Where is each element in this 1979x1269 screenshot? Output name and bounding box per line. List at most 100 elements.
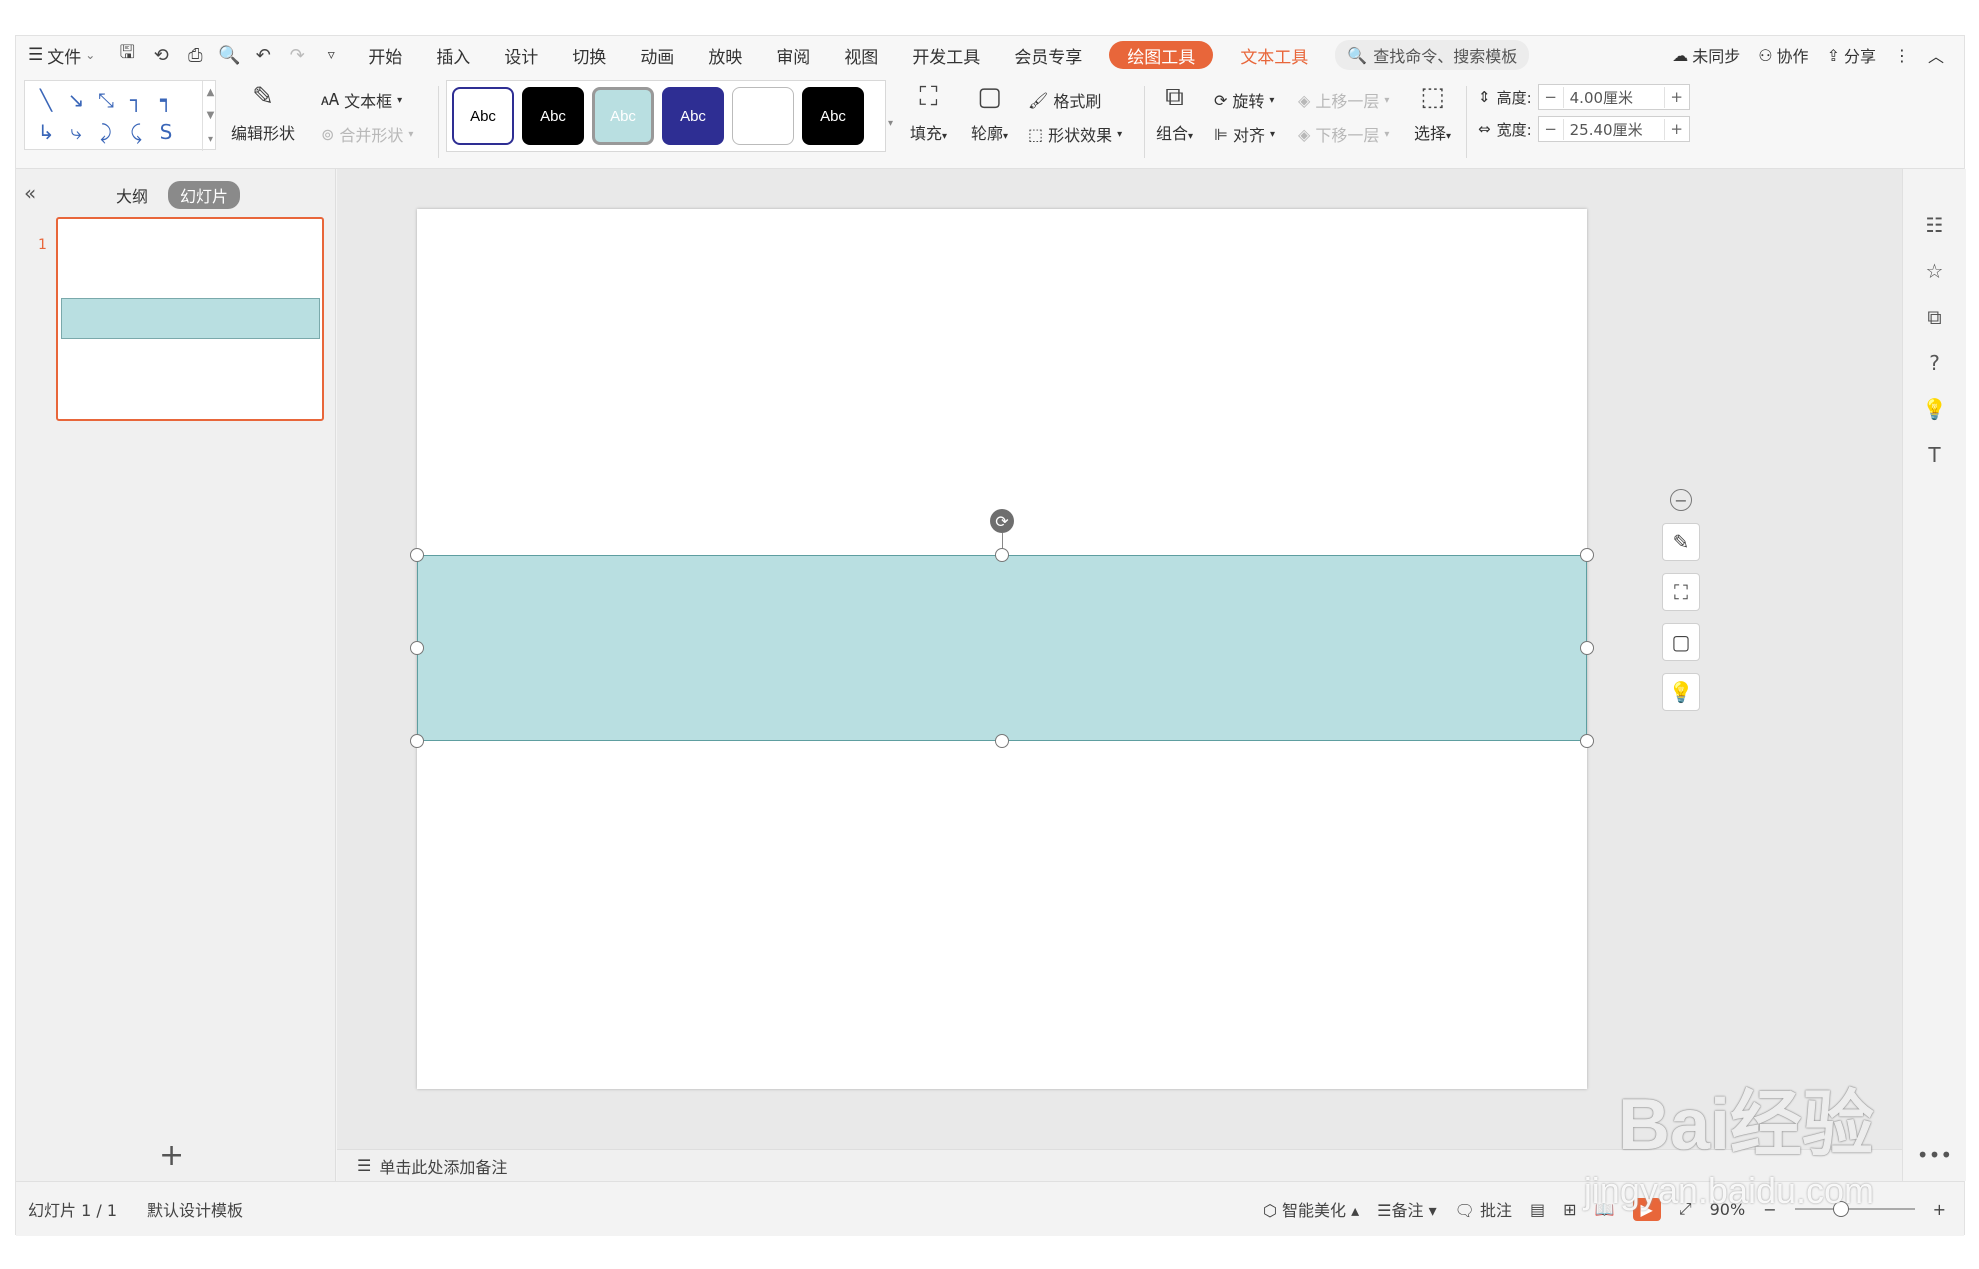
- style-preset-white[interactable]: [732, 87, 794, 145]
- curved-arrow-connector-icon[interactable]: ⤸: [91, 116, 121, 148]
- scroll-down-icon[interactable]: ▼: [207, 110, 215, 121]
- text-box-button[interactable]: 🗚 文本框 ▾: [321, 88, 402, 112]
- customize-toolbar-icon[interactable]: ▿: [315, 41, 347, 69]
- print-preview-icon[interactable]: 🔍: [213, 41, 245, 69]
- undo-icon[interactable]: ↶: [247, 41, 279, 69]
- file-menu[interactable]: ☰ 文件 ⌄: [16, 36, 107, 74]
- star-icon[interactable]: ☆: [1926, 259, 1944, 283]
- help-icon[interactable]: ?: [1929, 351, 1940, 375]
- add-slide-icon[interactable]: +: [159, 1138, 184, 1173]
- resize-handle-top[interactable]: [995, 548, 1009, 562]
- resize-handle-top-left[interactable]: [410, 548, 424, 562]
- freeform-curve-icon[interactable]: S: [151, 116, 181, 148]
- select-button[interactable]: ⬚ 选择▾: [1414, 82, 1451, 144]
- height-input[interactable]: 4.00厘米: [1562, 86, 1665, 108]
- outline-button[interactable]: ▢ 轮廓▾: [971, 82, 1008, 144]
- pen-style-icon[interactable]: ✎: [1662, 523, 1700, 561]
- style-preset-black[interactable]: Abc: [522, 87, 584, 145]
- width-spinbox[interactable]: − 25.40厘米 +: [1537, 116, 1690, 142]
- merge-shape-button[interactable]: ⊚ 合并形状 ▾: [321, 122, 413, 146]
- tab-insert[interactable]: 插入: [419, 36, 487, 74]
- resize-handle-top-right[interactable]: [1580, 548, 1594, 562]
- print-icon[interactable]: ⎙: [179, 41, 211, 69]
- send-backward-button[interactable]: ◈ 下移一层 ▾: [1298, 122, 1389, 146]
- resize-handle-left[interactable]: [410, 641, 424, 655]
- width-decrement-button[interactable]: −: [1539, 120, 1563, 138]
- properties-icon[interactable]: ☷: [1926, 213, 1944, 237]
- fill-bucket-icon[interactable]: ⛶: [1662, 573, 1700, 611]
- tab-animations[interactable]: 动画: [623, 36, 691, 74]
- resize-handle-bottom-left[interactable]: [410, 734, 424, 748]
- group-button[interactable]: ⧉ 组合▾: [1156, 82, 1193, 144]
- tab-slides[interactable]: 幻灯片: [168, 181, 241, 209]
- tab-design[interactable]: 设计: [487, 36, 555, 74]
- collapse-pane-icon[interactable]: «: [24, 181, 36, 205]
- edit-shape-button[interactable]: ✎ 编辑形状: [231, 82, 295, 144]
- more-horizontal-icon[interactable]: •••: [1917, 1143, 1952, 1167]
- height-spinbox[interactable]: − 4.00厘米 +: [1537, 84, 1690, 110]
- collapse-toolbar-icon[interactable]: −: [1670, 489, 1692, 511]
- curved-connector-icon[interactable]: ⤷: [61, 116, 91, 148]
- template-name[interactable]: 默认设计模板: [147, 1197, 243, 1221]
- shape-effects-button[interactable]: ⬚ 形状效果 ▾: [1028, 122, 1122, 146]
- format-painter-quick-icon[interactable]: ⟲: [145, 41, 177, 69]
- slide[interactable]: ⟳: [410, 209, 1594, 1089]
- notes-toggle-button[interactable]: ☰备注 ▾: [1377, 1197, 1436, 1221]
- elbow-arrow-connector-icon[interactable]: ┑: [151, 84, 181, 116]
- share-button[interactable]: ⇪ 分享: [1827, 43, 1876, 67]
- tab-drawing-tools[interactable]: 绘图工具: [1109, 41, 1214, 69]
- smart-beautify-button[interactable]: ⬡ 智能美化 ▴: [1263, 1197, 1359, 1221]
- style-preset-outline-blue[interactable]: Abc: [452, 87, 514, 145]
- line-shape-icon[interactable]: ╲: [31, 84, 61, 116]
- line-gallery-scroll[interactable]: ▲ ▼ ▾: [202, 81, 218, 151]
- tab-outline[interactable]: 大纲: [116, 183, 148, 207]
- slide-thumbnail[interactable]: [56, 217, 324, 421]
- tab-home[interactable]: 开始: [351, 36, 419, 74]
- tab-slideshow[interactable]: 放映: [691, 36, 759, 74]
- fill-button[interactable]: ⛶ 填充▾: [910, 82, 947, 144]
- slide-sorter-icon[interactable]: ⊞: [1563, 1200, 1576, 1219]
- tab-developer[interactable]: 开发工具: [895, 36, 997, 74]
- sync-status-button[interactable]: ☁ 未同步: [1672, 43, 1740, 67]
- tab-review[interactable]: 审阅: [759, 36, 827, 74]
- text-icon[interactable]: T: [1928, 443, 1940, 467]
- slide-layout-icon[interactable]: ⧉: [1927, 305, 1941, 329]
- elbow-double-arrow-icon[interactable]: ↳: [31, 116, 61, 148]
- arrow-line-icon[interactable]: ↘: [61, 84, 91, 116]
- width-input[interactable]: 25.40厘米: [1562, 118, 1665, 140]
- height-increment-button[interactable]: +: [1665, 88, 1689, 106]
- resize-handle-bottom-right[interactable]: [1580, 734, 1594, 748]
- normal-view-icon[interactable]: ▤: [1530, 1200, 1545, 1219]
- tab-member[interactable]: 会员专享: [997, 36, 1099, 74]
- lightbulb-icon[interactable]: 💡: [1662, 673, 1700, 711]
- elbow-connector-icon[interactable]: ┐: [121, 84, 151, 116]
- collapse-ribbon-button[interactable]: ︿: [1928, 43, 1944, 67]
- tab-text-tools[interactable]: 文本工具: [1223, 36, 1325, 74]
- command-search[interactable]: 🔍 查找命令、搜索模板: [1335, 40, 1530, 70]
- resize-handle-right[interactable]: [1580, 641, 1594, 655]
- align-button[interactable]: ⊫ 对齐 ▾: [1214, 122, 1275, 146]
- curved-double-arrow-icon[interactable]: ⤹: [121, 116, 151, 148]
- style-preset-dark-blue[interactable]: Abc: [662, 87, 724, 145]
- rotate-button[interactable]: ⟳ 旋转 ▾: [1214, 88, 1274, 112]
- outline-frame-icon[interactable]: ▢: [1662, 623, 1700, 661]
- redo-icon[interactable]: ↷: [281, 41, 313, 69]
- selected-rectangle-shape[interactable]: [417, 555, 1587, 741]
- bring-forward-button[interactable]: ◈ 上移一层 ▾: [1298, 88, 1389, 112]
- tab-transitions[interactable]: 切换: [555, 36, 623, 74]
- lightbulb-icon[interactable]: 💡: [1922, 397, 1947, 421]
- resize-handle-bottom[interactable]: [995, 734, 1009, 748]
- style-preset-light-teal-selected[interactable]: Abc: [592, 87, 654, 145]
- style-preset-black-2[interactable]: Abc: [802, 87, 864, 145]
- save-icon[interactable]: 🖫: [111, 41, 143, 69]
- scroll-up-icon[interactable]: ▲: [207, 87, 215, 98]
- width-increment-button[interactable]: +: [1665, 120, 1689, 138]
- tab-view[interactable]: 视图: [827, 36, 895, 74]
- zoom-in-icon[interactable]: +: [1933, 1200, 1946, 1219]
- height-decrement-button[interactable]: −: [1539, 88, 1563, 106]
- gallery-expand-icon[interactable]: ▾: [208, 134, 213, 145]
- more-options-button[interactable]: ⋮: [1894, 46, 1910, 65]
- style-gallery-expand-icon[interactable]: ▾: [888, 118, 893, 129]
- format-painter-button[interactable]: 🖌 格式刷: [1028, 88, 1101, 112]
- rotate-handle-icon[interactable]: ⟳: [990, 509, 1014, 533]
